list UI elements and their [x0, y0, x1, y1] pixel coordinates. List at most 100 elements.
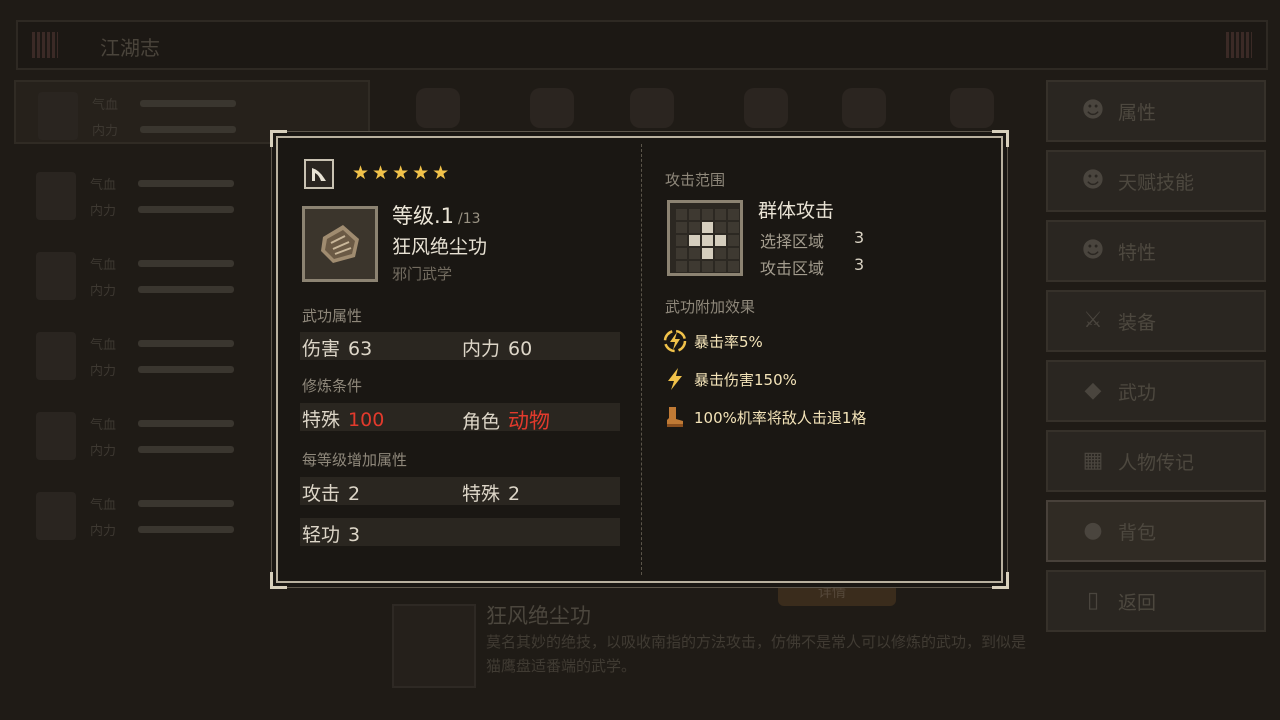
character-portrait — [36, 172, 76, 220]
frame-corner — [992, 572, 1009, 589]
effects-title: 武功附加效果 — [665, 298, 756, 316]
mp-bar — [138, 446, 234, 453]
menu-trait-button[interactable]: ☻ 特性 — [1046, 220, 1266, 282]
mp-bar — [138, 526, 234, 533]
menu-label: 特性 — [1118, 242, 1157, 264]
skill-detail-popup: ★★★★★ 等级.1/13 狂风绝尘功 邪门武学 武功属性 伤害 63 内力 60 … — [270, 130, 1009, 589]
header-title: 江湖志 — [100, 36, 160, 60]
mp-label: 内力 — [90, 284, 117, 299]
stat-value: 2 — [508, 483, 521, 505]
character-portrait — [38, 92, 78, 140]
stat-value: 100 — [348, 409, 385, 431]
character-portrait — [36, 252, 76, 300]
skill-level-max: /13 — [458, 211, 481, 227]
person-icon: ☻ — [1081, 98, 1105, 123]
menu-attributes-button[interactable]: ☻ 属性 — [1046, 80, 1266, 142]
hp-bar — [138, 180, 234, 187]
skill-item-strip — [380, 82, 1020, 134]
sword-icon: ⚔ — [1083, 308, 1103, 333]
skill-slot[interactable] — [842, 88, 886, 128]
skill-slot[interactable] — [744, 88, 788, 128]
agility-per-level: 轻功 3 — [302, 520, 360, 547]
scroll-icon — [302, 206, 378, 282]
popup-divider — [641, 144, 642, 575]
effect-text: 100%机率将敌人击退1格 — [694, 409, 867, 427]
hp-label: 气血 — [90, 338, 117, 353]
manual-icon: ◆ — [1084, 378, 1102, 403]
hp-bar — [140, 100, 236, 107]
effect-text: 暴击伤害150% — [694, 371, 797, 389]
wind-type-icon — [304, 159, 334, 189]
header-ornament-icon — [1226, 32, 1252, 58]
hp-label: 气血 — [90, 418, 117, 433]
damage-stat: 伤害 63 — [302, 334, 372, 361]
menu-label: 天赋技能 — [1118, 172, 1195, 194]
lightning-circle-icon — [663, 329, 687, 353]
menu-label: 返回 — [1118, 592, 1157, 614]
menu-label: 背包 — [1118, 522, 1157, 544]
hp-bar — [138, 500, 234, 507]
skill-slot[interactable] — [416, 88, 460, 128]
menu-label: 属性 — [1118, 102, 1157, 124]
requirements-row: 特殊 100 角色 动物 — [300, 403, 620, 433]
skill-slot[interactable] — [630, 88, 674, 128]
per-level-title: 每等级增加属性 — [302, 451, 408, 469]
attributes-row: 伤害 63 内力 60 — [300, 332, 620, 360]
mp-bar — [140, 126, 236, 133]
character-row[interactable]: 气血 内力 — [14, 80, 370, 144]
talent-icon: ☻ — [1081, 168, 1105, 193]
header-bar: 江湖志 — [16, 20, 1268, 70]
menu-martial-arts-button[interactable]: ◆ 武功 — [1046, 360, 1266, 422]
skill-level: 等级.1/13 — [392, 200, 481, 230]
stat-value: 3 — [348, 524, 361, 546]
internal-force-stat: 内力 60 — [462, 334, 532, 361]
per-level-row: 轻功 3 — [300, 518, 620, 546]
role-requirement: 角色 动物 — [462, 405, 550, 435]
range-type: 群体攻击 — [758, 200, 835, 222]
stat-name: 轻功 — [302, 524, 341, 546]
frame-corner — [270, 130, 287, 147]
stat-value: 63 — [348, 338, 373, 360]
skill-description-text: 莫名其妙的绝技，以吸收南指的方法攻击，仿佛不是常人可以修炼的武功，到似是猫鹰盘适… — [486, 633, 1027, 675]
menu-label: 人物传记 — [1118, 452, 1195, 474]
book-icon: ▦ — [1082, 448, 1104, 473]
per-level-row: 攻击 2 特殊 2 — [300, 477, 620, 505]
learn-button-label: 详情 — [818, 585, 846, 601]
stat-name: 攻击 — [302, 483, 341, 505]
mp-label: 内力 — [90, 364, 117, 379]
menu-talent-button[interactable]: ☻ 天赋技能 — [1046, 150, 1266, 212]
boot-icon — [667, 407, 683, 427]
menu-label: 装备 — [1118, 312, 1157, 334]
attack-range-grid — [667, 200, 743, 276]
menu-biography-button[interactable]: ▦ 人物传记 — [1046, 430, 1266, 492]
character-portrait — [36, 412, 76, 460]
hp-label: 气血 — [92, 98, 119, 113]
skill-slot[interactable] — [950, 88, 994, 128]
mp-label: 内力 — [90, 204, 117, 219]
star-rating: ★★★★★ — [352, 162, 453, 184]
stat-name: 特殊 — [462, 483, 501, 505]
effect-text: 暴击率5% — [694, 333, 763, 351]
requirements-title: 修炼条件 — [302, 377, 363, 395]
skill-slot[interactable] — [530, 88, 574, 128]
menu-bag-button[interactable]: ● 背包 — [1046, 500, 1266, 562]
stat-name: 特殊 — [302, 409, 341, 431]
hp-bar — [138, 340, 234, 347]
hp-bar — [138, 420, 234, 427]
skill-description-icon — [392, 604, 476, 688]
stat-value: 动物 — [508, 409, 551, 433]
menu-label: 武功 — [1118, 382, 1157, 404]
select-area-label: 选择区域 — [760, 232, 825, 251]
hp-label: 气血 — [90, 258, 117, 273]
special-requirement: 特殊 100 — [302, 405, 384, 432]
stat-value: 2 — [348, 483, 361, 505]
attack-area-value: 3 — [854, 255, 865, 274]
side-menu: ☻ 属性 ☻ 天赋技能 ☻ 特性 ⚔ 装备 ◆ 武功 ▦ 人物传记 ● 背包 ▯ 返回 — [1046, 80, 1266, 640]
attack-area: 攻击区域 3 — [760, 255, 864, 279]
door-icon: ▯ — [1086, 588, 1100, 613]
menu-return-button[interactable]: ▯ 返回 — [1046, 570, 1266, 632]
stat-name: 角色 — [462, 411, 501, 433]
hp-label: 气血 — [90, 178, 117, 193]
menu-equipment-button[interactable]: ⚔ 装备 — [1046, 290, 1266, 352]
learn-button[interactable]: 详情 — [778, 580, 896, 606]
